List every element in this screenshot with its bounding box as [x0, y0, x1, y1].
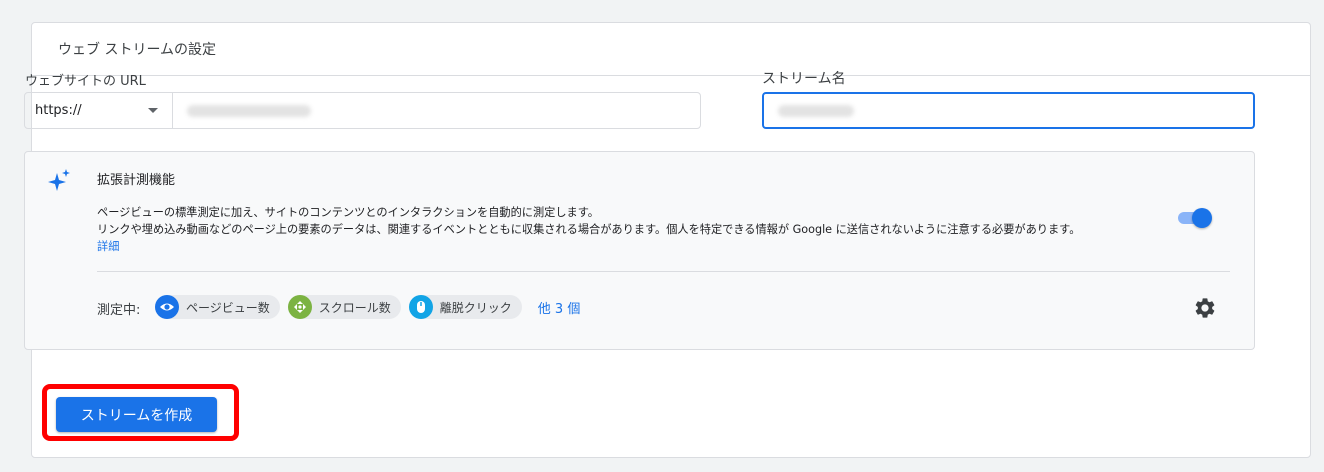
redacted-value	[187, 104, 311, 117]
protocol-select[interactable]: https://	[25, 93, 173, 128]
chip-page-views[interactable]: ページビュー数	[155, 295, 280, 319]
stream-name-label: ストリーム名	[762, 71, 846, 87]
chip-scrolls[interactable]: スクロール数	[287, 295, 401, 319]
url-field-label: ウェブサイトの URL	[25, 74, 146, 89]
sparkle-icon	[48, 169, 70, 191]
card-title: ウェブ ストリームの設定	[32, 23, 1310, 76]
gear-icon[interactable]	[1193, 296, 1217, 320]
description-line: リンクや埋め込み動画などのページ上の要素のデータは、関連するイベントとともに収集…	[97, 223, 1081, 236]
stream-name-input[interactable]	[762, 92, 1255, 129]
chip-label: スクロール数	[318, 300, 391, 315]
learn-more-link[interactable]: 詳細	[97, 238, 119, 255]
eye-icon	[155, 295, 179, 319]
redacted-value	[778, 104, 854, 117]
enhanced-measurement-toggle[interactable]	[1176, 207, 1212, 228]
more-events-link[interactable]: 他 3 個	[538, 298, 581, 317]
url-input[interactable]	[173, 93, 700, 128]
chip-label: 離脱クリック	[439, 300, 512, 315]
mouse-icon	[408, 295, 433, 319]
chevron-down-icon	[148, 108, 158, 113]
scroll-icon	[287, 295, 312, 319]
url-field-group: https://	[24, 92, 701, 129]
protocol-value: https://	[35, 103, 82, 118]
chip-outbound-clicks[interactable]: 離脱クリック	[408, 295, 522, 319]
chip-label: ページビュー数	[186, 300, 270, 315]
measuring-label: 測定中:	[97, 303, 141, 318]
create-stream-button[interactable]: ストリームを作成	[56, 397, 217, 432]
enhanced-measurement-title: 拡張計測機能	[97, 173, 176, 188]
description-line: ページビューの標準測定に加え、サイトのコンテンツとのインタラクションを自動的に測…	[97, 206, 599, 219]
enhanced-measurement-description: ページビューの標準測定に加え、サイトのコンテンツとのインタラクションを自動的に測…	[97, 204, 1177, 255]
enhanced-measurement-panel: 拡張計測機能 ページビューの標準測定に加え、サイトのコンテンツとのインタラクショ…	[24, 151, 1255, 350]
divider	[97, 271, 1230, 272]
measurement-chips: ページビュー数 スクロール数 離脱クリック 他 3 個	[155, 295, 580, 319]
toggle-knob	[1192, 208, 1212, 228]
